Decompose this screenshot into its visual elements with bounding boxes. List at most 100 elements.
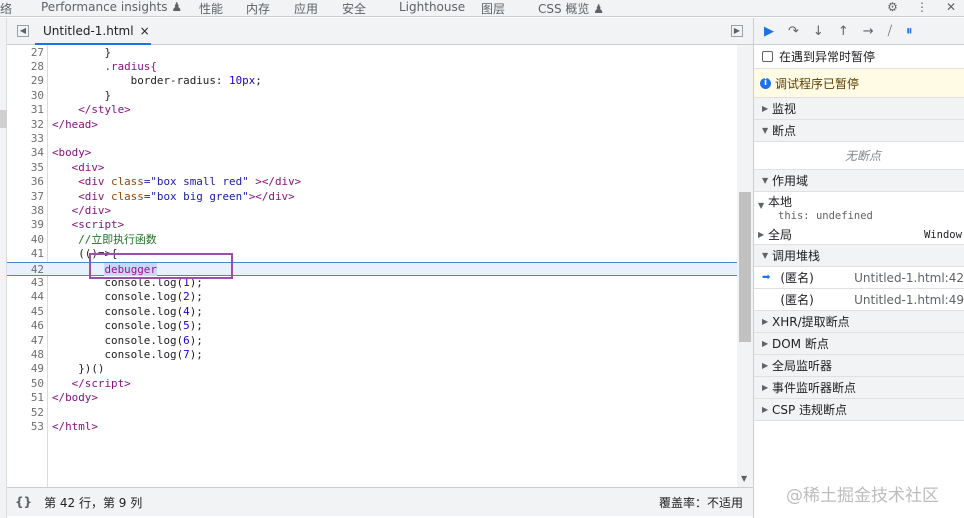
close-icon[interactable]: ✕ [946, 0, 956, 14]
frame-location[interactable]: Untitled-1.html:49 [854, 293, 964, 307]
tab-performance-insights[interactable]: Performance insights ♟ [41, 0, 182, 14]
code-line[interactable]: 27 } [7, 46, 737, 60]
section-breakpoints[interactable]: ▼ 断点 [754, 120, 964, 142]
code-line[interactable]: 35 <div> [7, 161, 737, 175]
code-line[interactable]: 44 console.log(2); [7, 290, 737, 304]
scope-global[interactable]: ▶ 全局 Window [754, 225, 964, 245]
toggle-navigator-icon[interactable]: ◀ [17, 25, 29, 37]
line-number[interactable]: 28 [7, 60, 44, 74]
step-into-icon[interactable]: ↓ [813, 24, 824, 39]
line-number[interactable]: 41 [7, 247, 44, 261]
line-number[interactable]: 51 [7, 391, 44, 405]
collapse-icon: ▼ [762, 251, 769, 260]
pause-on-exceptions-icon[interactable]: ⏸ [906, 24, 913, 39]
line-number[interactable]: 39 [7, 218, 44, 232]
code-line[interactable]: 39 <script> [7, 218, 737, 232]
line-number[interactable]: 43 [7, 276, 44, 290]
line-number[interactable]: 48 [7, 348, 44, 362]
line-number[interactable]: 29 [7, 74, 44, 88]
call-frame[interactable]: ➡ (匿名) Untitled-1.html:42 [754, 267, 964, 289]
toggle-debugger-icon[interactable]: ▶ [731, 25, 743, 37]
line-number[interactable]: 50 [7, 377, 44, 391]
code-line[interactable]: 47 console.log(6); [7, 334, 737, 348]
code-line[interactable]: 37 <div class="box big green"></div> [7, 190, 737, 204]
code-line[interactable]: 36 <div class="box small red" ></div> [7, 175, 737, 189]
line-number[interactable]: 49 [7, 362, 44, 376]
tab-lighthouse[interactable]: Lighthouse [399, 0, 465, 14]
line-number[interactable]: 53 [7, 420, 44, 434]
code-line[interactable]: 52 [7, 406, 737, 420]
cursor-position: 第 42 行，第 9 列 [44, 495, 143, 510]
gear-icon[interactable]: ⚙ [887, 0, 898, 14]
code-line[interactable]: 29 border-radius: 10px; [7, 74, 737, 88]
line-number[interactable]: 36 [7, 175, 44, 189]
deactivate-breakpoints-icon[interactable]: ⧸ [888, 24, 892, 39]
line-number[interactable]: 42 [7, 263, 44, 277]
tab-performance[interactable]: 性能 [199, 0, 223, 17]
code-line[interactable]: 50 </script> [7, 377, 737, 391]
section-csp-breakpoints[interactable]: ▶ CSP 违规断点 [754, 399, 964, 421]
tab-network[interactable]: 络 [0, 0, 12, 17]
line-number[interactable]: 47 [7, 334, 44, 348]
editor-scrollbar[interactable]: ▼ [737, 45, 753, 487]
line-number[interactable]: 37 [7, 190, 44, 204]
code-line[interactable]: 49 })() [7, 362, 737, 376]
line-number[interactable]: 40 [7, 233, 44, 247]
frame-location[interactable]: Untitled-1.html:42 [854, 271, 964, 285]
code-line[interactable]: 28 .radius{ [7, 60, 737, 74]
line-number[interactable]: 35 [7, 161, 44, 175]
code-token: .radius{ [104, 59, 157, 73]
line-number[interactable]: 32 [7, 118, 44, 132]
scope-local[interactable]: ▼ 本地 [754, 192, 964, 210]
step-icon[interactable]: → [863, 24, 874, 39]
step-over-icon[interactable]: ↷ [788, 24, 799, 39]
scrollbar-thumb[interactable] [739, 192, 751, 342]
pause-on-exceptions-checkbox[interactable] [762, 51, 773, 62]
close-tab-icon[interactable]: × [140, 24, 150, 38]
code-line[interactable]: 51 </body> [7, 391, 737, 405]
call-frame[interactable]: (匿名) Untitled-1.html:49 [754, 289, 964, 311]
more-icon[interactable]: ⋮ [916, 0, 928, 14]
file-tab[interactable]: Untitled-1.html × [35, 18, 151, 45]
line-number[interactable]: 44 [7, 290, 44, 304]
tab-application[interactable]: 应用 [294, 0, 318, 17]
section-watch[interactable]: ▶ 监视 [754, 98, 964, 120]
section-dom-breakpoints[interactable]: ▶ DOM 断点 [754, 333, 964, 355]
tab-layers[interactable]: 图层 [481, 0, 505, 17]
tab-memory[interactable]: 内存 [246, 0, 270, 17]
tab-security[interactable]: 安全 [342, 0, 366, 17]
code-line[interactable]: 40 //立即执行函数 [7, 233, 737, 247]
code-line[interactable]: 32 </head> [7, 118, 737, 132]
line-number[interactable]: 52 [7, 406, 44, 420]
section-xhr-breakpoints[interactable]: ▶ XHR/提取断点 [754, 311, 964, 333]
line-number[interactable]: 34 [7, 146, 44, 160]
line-number[interactable]: 31 [7, 103, 44, 117]
line-number[interactable]: 38 [7, 204, 44, 218]
section-event-listener-breakpoints[interactable]: ▶ 事件监听器断点 [754, 377, 964, 399]
pretty-print-button[interactable]: {} [15, 495, 32, 509]
line-number[interactable]: 46 [7, 319, 44, 333]
code-line[interactable]: 31 </style> [7, 103, 737, 117]
step-out-icon[interactable]: ↑ [838, 24, 849, 39]
code-line[interactable]: 53 </html> [7, 420, 737, 434]
line-number[interactable]: 33 [7, 132, 44, 146]
resume-icon[interactable]: ▶ [764, 24, 774, 39]
code-token: console.log( [52, 304, 184, 318]
section-call-stack[interactable]: ▼ 调用堆栈 [754, 245, 964, 267]
line-number[interactable]: 30 [7, 89, 44, 103]
code-line[interactable]: 46 console.log(5); [7, 319, 737, 333]
line-number[interactable]: 27 [7, 46, 44, 60]
code-line[interactable]: 48 console.log(7); [7, 348, 737, 362]
line-number[interactable]: 45 [7, 305, 44, 319]
code-line[interactable]: 45 console.log(4); [7, 305, 737, 319]
pause-on-exceptions-row[interactable]: 在遇到异常时暂停 [754, 45, 964, 69]
section-scope[interactable]: ▼ 作用域 [754, 170, 964, 192]
code-line[interactable]: 34 <body> [7, 146, 737, 160]
code-line[interactable]: 33 [7, 132, 737, 146]
code-line[interactable]: 38 </div> [7, 204, 737, 218]
tab-css-overview[interactable]: CSS 概览 ♟ [538, 0, 604, 17]
section-global-listeners[interactable]: ▶ 全局监听器 [754, 355, 964, 377]
scope-label: 全局 [768, 228, 793, 242]
code-line[interactable]: 30 } [7, 89, 737, 103]
scroll-down-icon[interactable]: ▼ [741, 474, 747, 483]
